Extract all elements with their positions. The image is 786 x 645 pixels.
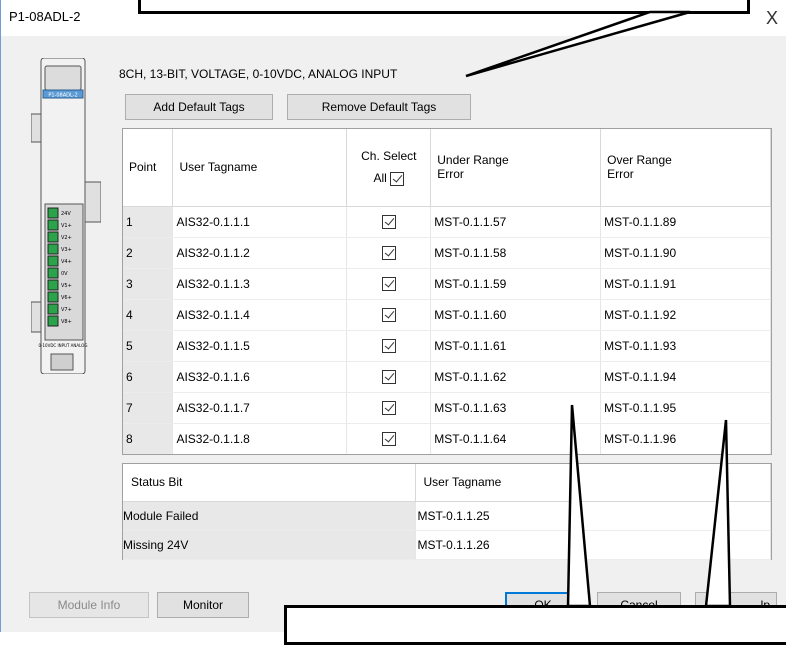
top-callout-pointer (465, 10, 691, 78)
bottom-callout-pointer-right (704, 419, 732, 608)
callout-pointers (465, 10, 732, 608)
bottom-callout-pointer-left (566, 404, 592, 608)
